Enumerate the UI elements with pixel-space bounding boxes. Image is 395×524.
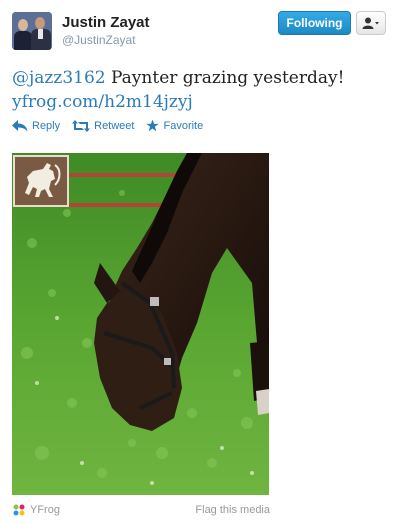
favorite-button[interactable]: Favorite <box>146 119 203 132</box>
mention-link[interactable]: @jazz3162 <box>12 68 106 88</box>
favorite-label: Favorite <box>163 119 204 132</box>
horse-logo-icon <box>25 163 61 197</box>
user-name[interactable]: Justin Zayat <box>62 14 150 31</box>
tweet-text: @jazz3162 Paynter grazing yesterday! yfr… <box>12 66 382 114</box>
retweet-label: Retweet <box>94 119 135 132</box>
user-handle[interactable]: @JustinZayat <box>62 33 136 47</box>
yfrog-attribution[interactable]: YFrog <box>12 503 60 517</box>
user-menu-button[interactable] <box>356 11 386 35</box>
reply-button[interactable]: Reply <box>12 119 61 132</box>
stable-logo <box>13 155 69 207</box>
retweet-button[interactable]: Retweet <box>72 119 135 132</box>
yfrog-icon <box>13 504 25 516</box>
tweet-card: Justin Zayat @JustinZayat Following @jaz… <box>0 0 395 524</box>
user-dropdown-icon <box>362 17 379 29</box>
media-link[interactable]: yfrog.com/h2m14jzyj <box>12 92 193 112</box>
following-button[interactable]: Following <box>278 11 351 35</box>
reply-label: Reply <box>32 119 61 132</box>
tweet-body: Paynter grazing yesterday! <box>105 68 345 88</box>
avatar[interactable] <box>12 12 52 50</box>
retweet-icon <box>72 119 91 132</box>
yfrog-label: YFrog <box>30 504 60 516</box>
flag-media-link[interactable]: Flag this media <box>195 504 270 516</box>
tweet-actions: Reply Retweet Favorite <box>12 119 203 132</box>
star-icon <box>146 119 160 132</box>
reply-icon <box>12 119 28 131</box>
media-footer: YFrog Flag this media <box>12 503 270 517</box>
